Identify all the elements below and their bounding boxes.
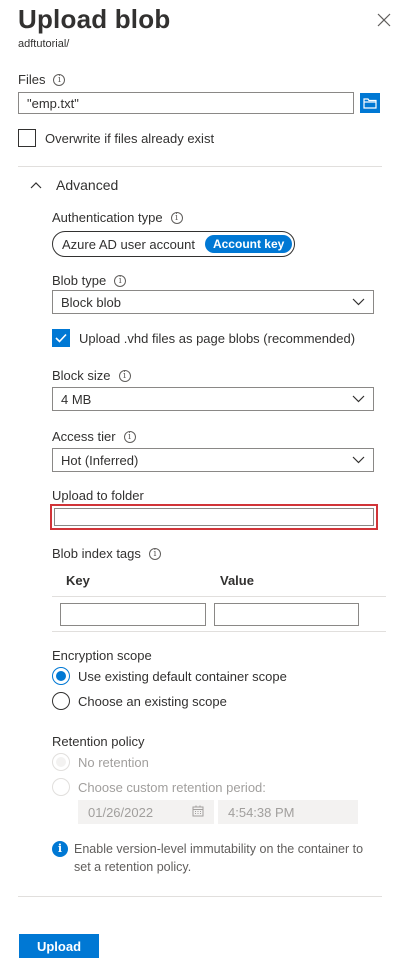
close-icon[interactable] bbox=[376, 12, 392, 28]
overwrite-label: Overwrite if files already exist bbox=[45, 130, 215, 146]
upload-folder-input[interactable] bbox=[54, 508, 374, 526]
folder-label-row: Upload to folder bbox=[52, 488, 144, 503]
block-size-label-row: Block size i bbox=[52, 368, 131, 383]
info-icon[interactable]: i bbox=[123, 430, 136, 443]
panel-title: Upload blob bbox=[18, 4, 171, 34]
auth-label-row: Authentication type i bbox=[52, 210, 183, 225]
tags-label: Blob index tags bbox=[52, 546, 141, 561]
advanced-label: Advanced bbox=[56, 177, 119, 193]
folder-icon bbox=[363, 98, 377, 109]
radio-selected[interactable] bbox=[52, 667, 70, 685]
vhd-checkbox-row[interactable]: Upload .vhd files as page blobs (recomme… bbox=[52, 329, 355, 347]
info-icon[interactable]: i bbox=[114, 274, 127, 287]
files-value: "emp.txt" bbox=[27, 95, 79, 111]
divider bbox=[52, 596, 386, 597]
retention-time-value: 4:54:38 PM bbox=[228, 804, 295, 820]
access-tier-label: Access tier bbox=[52, 429, 116, 444]
auth-option-account-key[interactable]: Account key bbox=[204, 235, 293, 253]
chevron-down-icon bbox=[352, 456, 365, 464]
upload-folder-input-wrapper[interactable] bbox=[50, 504, 378, 530]
auth-toggle[interactable]: Azure AD user account Account key bbox=[52, 231, 296, 257]
overwrite-checkbox-row[interactable]: Overwrite if files already exist bbox=[18, 129, 214, 147]
retention-label-row: Retention policy bbox=[52, 734, 145, 749]
blob-type-value: Block blob bbox=[61, 294, 121, 310]
vhd-label: Upload .vhd files as page blobs (recomme… bbox=[79, 330, 356, 346]
retention-time-input: 4:54:38 PM bbox=[218, 800, 358, 824]
info-filled-icon: i bbox=[52, 841, 68, 857]
retention-option-none: No retention bbox=[52, 753, 149, 771]
radio-unselected[interactable] bbox=[52, 692, 70, 710]
files-label-row: Files i bbox=[18, 72, 66, 87]
tags-column-value: Value bbox=[220, 573, 254, 588]
overwrite-checkbox[interactable] bbox=[18, 129, 36, 147]
block-size-value: 4 MB bbox=[61, 391, 92, 407]
vhd-checkbox[interactable] bbox=[52, 329, 70, 347]
tags-column-key: Key bbox=[66, 573, 90, 588]
retention-date-value: 01/26/2022 bbox=[88, 804, 154, 820]
calendar-icon bbox=[192, 805, 204, 820]
blob-type-label: Blob type bbox=[52, 273, 107, 288]
tag-key-input[interactable] bbox=[60, 603, 206, 626]
radio-disabled bbox=[52, 753, 70, 771]
retention-note-text: Enable version-level immutability on the… bbox=[74, 842, 364, 874]
checkmark-icon bbox=[55, 333, 67, 343]
encryption-option-existing[interactable]: Choose an existing scope bbox=[52, 692, 227, 710]
auth-label: Authentication type bbox=[52, 210, 163, 225]
divider bbox=[18, 166, 382, 167]
info-icon[interactable]: i bbox=[53, 73, 66, 86]
tag-value-input[interactable] bbox=[214, 603, 359, 626]
encryption-option-default[interactable]: Use existing default container scope bbox=[52, 667, 287, 685]
tags-label-row: Blob index tags i bbox=[52, 546, 161, 561]
retention-label: Retention policy bbox=[52, 734, 145, 749]
block-size-label: Block size bbox=[52, 368, 111, 383]
block-size-dropdown[interactable]: 4 MB bbox=[52, 387, 374, 411]
retention-note: i Enable version-level immutability on t… bbox=[52, 840, 372, 876]
chevron-up-icon bbox=[30, 182, 42, 189]
info-icon[interactable]: i bbox=[148, 547, 161, 560]
retention-option-custom: Choose custom retention period: bbox=[52, 778, 266, 796]
retention-option-custom-label: Choose custom retention period: bbox=[78, 779, 266, 795]
blob-type-label-row: Blob type i bbox=[52, 273, 127, 288]
files-input[interactable]: "emp.txt" bbox=[18, 92, 354, 114]
access-tier-dropdown[interactable]: Hot (Inferred) bbox=[52, 448, 374, 472]
info-icon[interactable]: i bbox=[170, 211, 183, 224]
chevron-down-icon bbox=[352, 298, 365, 306]
panel-subtitle: adftutorial/ bbox=[18, 38, 70, 50]
encryption-option-existing-label: Choose an existing scope bbox=[78, 693, 227, 709]
retention-option-none-label: No retention bbox=[78, 754, 149, 770]
access-tier-value: Hot (Inferred) bbox=[61, 452, 139, 468]
divider bbox=[18, 896, 382, 897]
auth-option-azure-ad[interactable]: Azure AD user account bbox=[62, 237, 195, 252]
radio-disabled bbox=[52, 778, 70, 796]
encryption-label: Encryption scope bbox=[52, 648, 152, 663]
browse-files-button[interactable] bbox=[360, 93, 380, 113]
encryption-option-default-label: Use existing default container scope bbox=[78, 668, 287, 684]
upload-button[interactable]: Upload bbox=[19, 934, 99, 958]
access-tier-label-row: Access tier i bbox=[52, 429, 136, 444]
chevron-down-icon bbox=[352, 395, 365, 403]
advanced-toggle[interactable]: Advanced bbox=[30, 177, 118, 193]
blob-type-dropdown[interactable]: Block blob bbox=[52, 290, 374, 314]
retention-date-input: 01/26/2022 bbox=[78, 800, 214, 824]
folder-label: Upload to folder bbox=[52, 488, 144, 503]
files-label: Files bbox=[18, 72, 46, 87]
info-icon[interactable]: i bbox=[118, 369, 131, 382]
encryption-label-row: Encryption scope bbox=[52, 648, 152, 663]
divider bbox=[52, 631, 386, 632]
